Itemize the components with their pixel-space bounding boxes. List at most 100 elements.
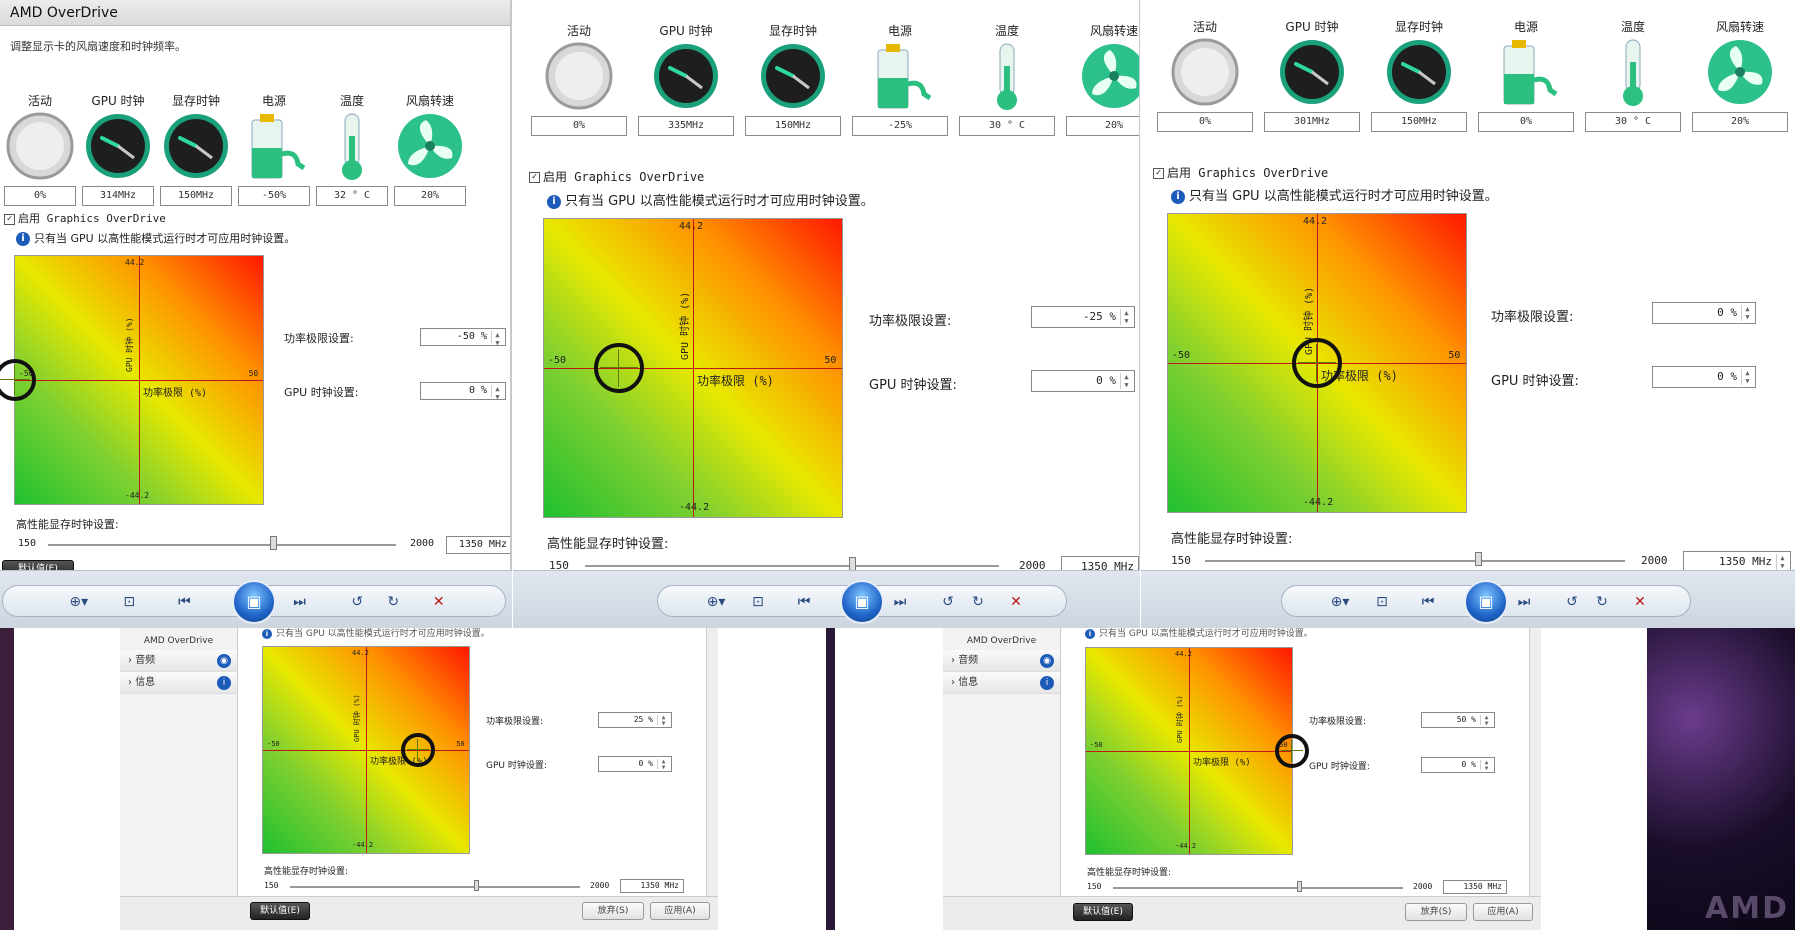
zoom-in-icon[interactable]: ⊕▾ <box>705 592 727 612</box>
mem-clock-spinner[interactable]: 1350 MHz <box>446 536 510 554</box>
overdrive-graph[interactable]: 44.2 -44.2 -50 50 功率极限 (%) GPU 时钟 (%) <box>262 646 470 854</box>
power-limit-spinner[interactable]: -50 % ▲ ▼ <box>420 328 506 347</box>
mem-clock-icon <box>160 110 232 182</box>
gauge-label: 显存时钟 <box>768 24 817 38</box>
overdrive-graph[interactable]: 44.2 -44.2 -50 50 功率极限 (%) GPU 时钟 (%) <box>1085 647 1309 855</box>
mem-clock-slider-thumb[interactable] <box>1475 552 1482 566</box>
previous-icon[interactable]: ⏮ <box>793 592 815 612</box>
gauge-value: 150MHz <box>1371 112 1467 132</box>
zoom-in-icon[interactable]: ⊕▾ <box>1329 592 1351 612</box>
gpu-clock-spinner[interactable]: 0 % ▲ ▼ <box>1421 757 1495 773</box>
y-axis-line <box>139 256 140 504</box>
mem-clock-slider-thumb[interactable] <box>474 880 479 891</box>
power-limit-cursor[interactable] <box>1275 734 1309 768</box>
previous-icon[interactable]: ⏮ <box>1417 592 1439 612</box>
scrollbar[interactable] <box>706 628 718 896</box>
power-limit-spinner[interactable]: 25 % ▲ ▼ <box>598 712 672 728</box>
fit-icon[interactable]: ⊡ <box>747 592 769 612</box>
rotate-left-icon[interactable]: ↺ <box>346 592 368 612</box>
discard-button[interactable]: 放弃(S) <box>582 902 644 920</box>
default-button[interactable]: 默认值(E) <box>250 902 310 920</box>
gpu-clock-spinner[interactable]: 0 % ▲ ▼ <box>420 382 506 401</box>
axis-bottom-label: -44.2 <box>1175 842 1197 850</box>
mem-clock-slider[interactable] <box>1113 887 1403 889</box>
mem-clock-slider-thumb[interactable] <box>270 536 277 550</box>
desktop-wallpaper: AMD <box>1647 628 1795 930</box>
mem-clock-spinner[interactable]: 1350 MHz <box>1443 880 1507 894</box>
gauge-label: 电源 <box>1513 20 1538 34</box>
zoom-in-icon[interactable]: ⊕▾ <box>68 592 90 612</box>
mem-clock-slider[interactable] <box>585 565 999 567</box>
sidebar-item-audio[interactable]: › 音频 ◉ <box>943 650 1060 672</box>
delete-icon[interactable]: ✕ <box>428 592 450 612</box>
sidebar-item-info[interactable]: › 信息 i <box>120 672 237 694</box>
discard-button[interactable]: 放弃(S) <box>1405 903 1467 921</box>
axis-top-label: 44.2 <box>352 649 369 657</box>
gauge-label: 风扇转速 <box>1715 20 1764 34</box>
mem-clock-spinner[interactable]: 1350 MHz ▲ ▼ <box>1683 551 1791 570</box>
activity-icon <box>543 40 615 112</box>
enable-overdrive-checkbox[interactable]: ✓ 启用 Graphics OverDrive <box>4 210 166 226</box>
enable-overdrive-checkbox[interactable]: ✓ 启用 Graphics OverDrive <box>529 168 704 185</box>
gpu-clock-spinner[interactable]: 0 % ▲ ▼ <box>1652 366 1756 388</box>
default-button[interactable]: 默认值(E) <box>2 560 74 570</box>
rotate-right-icon[interactable]: ↻ <box>1591 592 1613 612</box>
sidebar-item-info[interactable]: › 信息 i <box>943 672 1060 694</box>
power-limit-cursor[interactable] <box>0 359 36 401</box>
power-limit-spinner[interactable]: 50 % ▲ ▼ <box>1421 712 1495 728</box>
gpu-clock-label: GPU 时钟设置: <box>486 761 547 771</box>
gpu-clock-spinner[interactable]: 0 % ▲ ▼ <box>598 756 672 772</box>
mem-clock-spinner[interactable]: 1350 MHz <box>1061 556 1139 570</box>
temperature-icon <box>316 110 388 182</box>
default-button[interactable]: 默认值(E) <box>1073 903 1133 921</box>
overdrive-graph[interactable]: 44.2 -44.2 -50 50 功率极限 (%) GPU 时钟 (%) <box>543 218 843 518</box>
gauge-label: GPU 时钟 <box>1285 20 1339 34</box>
gpu-clock-spinner[interactable]: 0 % ▲ ▼ <box>1031 370 1135 392</box>
rotate-left-icon[interactable]: ↺ <box>937 592 959 612</box>
overdrive-graph[interactable]: 44.2 -44.2 -50 50 功率极限 (%) GPU 时钟 (%) <box>1167 213 1467 513</box>
fan-icon <box>394 110 466 182</box>
mem-clock-spinner[interactable]: 1350 MHz <box>620 879 684 893</box>
scrollbar[interactable] <box>1529 628 1541 896</box>
power-limit-cursor[interactable] <box>593 343 644 393</box>
power-limit-spinner[interactable]: 0 % ▲ ▼ <box>1652 302 1756 324</box>
power-limit-cursor[interactable] <box>400 733 435 767</box>
slider-max: 2000 <box>590 881 610 890</box>
enable-overdrive-checkbox[interactable]: ✓ 启用 Graphics OverDrive <box>1153 164 1328 181</box>
mem-clock-slider[interactable] <box>1205 560 1625 562</box>
mem-clock-slider-thumb[interactable] <box>849 557 856 570</box>
rotate-left-icon[interactable]: ↺ <box>1561 592 1583 612</box>
fit-icon[interactable]: ⊡ <box>1371 592 1393 612</box>
slideshow-icon[interactable]: ▣ <box>1464 580 1508 624</box>
viewer-toolbar: ⊕▾ ⊡ ⏮ ⏭ ↺ ↻ ✕ ▣ <box>1141 570 1795 628</box>
gauge-label: 风扇转速 <box>1089 24 1138 38</box>
cursor-crosshair <box>0 379 30 380</box>
mem-clock-slider[interactable] <box>48 544 396 546</box>
y-axis-line <box>693 219 694 517</box>
apply-button[interactable]: 应用(A) <box>1473 903 1533 921</box>
mem-clock-slider[interactable] <box>290 886 580 888</box>
overdrive-panel-2: ✓ 启用 Graphics OverDrive i 只有当 GPU 以高性能模式运行… <box>513 0 1140 570</box>
slider-max: 2000 <box>1019 559 1046 570</box>
delete-icon[interactable]: ✕ <box>1629 592 1651 612</box>
previous-icon[interactable]: ⏮ <box>173 592 195 612</box>
apply-button[interactable]: 应用(A) <box>650 902 710 920</box>
next-icon[interactable]: ⏭ <box>289 592 311 612</box>
rotate-right-icon[interactable]: ↻ <box>382 592 404 612</box>
mem-clock-label: 高性能显存时钟设置: <box>1087 868 1172 878</box>
gauge-power: 电源 0% <box>1478 18 1574 132</box>
overdrive-graph[interactable]: 44.2 -44.2 -50 50 功率极限 (%) GPU 时钟 (%) <box>0 255 264 505</box>
power-limit-cursor[interactable] <box>1292 338 1342 388</box>
delete-icon[interactable]: ✕ <box>1005 592 1027 612</box>
sidebar-item-audio[interactable]: › 音频 ◉ <box>120 650 237 672</box>
power-limit-spinner[interactable]: -25 % ▲ ▼ <box>1031 306 1135 328</box>
slideshow-icon[interactable]: ▣ <box>840 580 884 624</box>
gauge-gpu-clock: GPU 时钟 335MHz <box>638 22 734 136</box>
rotate-right-icon[interactable]: ↻ <box>967 592 989 612</box>
slideshow-icon[interactable]: ▣ <box>232 580 276 624</box>
next-icon[interactable]: ⏭ <box>889 592 911 612</box>
mem-clock-slider-thumb[interactable] <box>1297 881 1302 892</box>
fit-icon[interactable]: ⊡ <box>118 592 140 612</box>
window-subtitle: 调整显示卡的风扇速度和时钟频率。 <box>10 40 186 53</box>
next-icon[interactable]: ⏭ <box>1513 592 1535 612</box>
